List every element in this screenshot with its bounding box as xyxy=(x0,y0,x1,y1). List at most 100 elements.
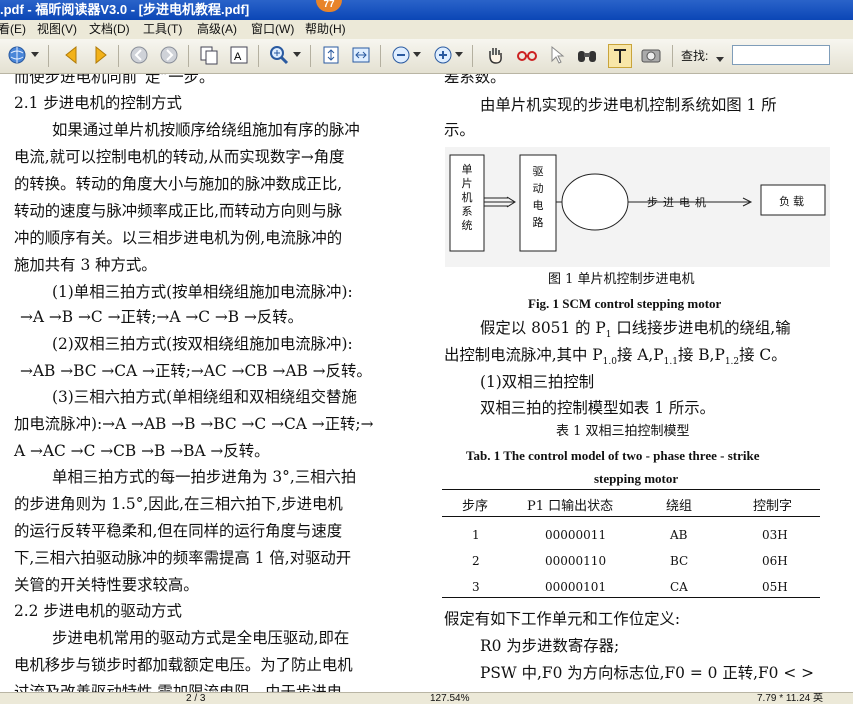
title-bar: .pdf - 福昕阅读器V3.0 - [步进电机教程.pdf] 77 xyxy=(0,0,853,20)
binoculars-icon[interactable] xyxy=(576,44,598,66)
figure-caption-en: Fig. 1 SCM control stepping motor xyxy=(528,296,722,311)
zoom-out-icon[interactable] xyxy=(390,44,412,66)
document-page[interactable]: 而使步进电机向前“走”一步。 2.1 步进电机的控制方式 如果通过单片机按顺序给… xyxy=(0,74,853,692)
page-indicator[interactable]: 2 / 3 xyxy=(186,693,205,704)
hand-tool-icon[interactable] xyxy=(484,44,506,66)
table-header: P1 口输出状态 xyxy=(527,499,614,514)
zoom-level[interactable]: 127.54% xyxy=(430,693,469,704)
text-line: 电流,就可以控制电机的转动,从而实现数字→角度 xyxy=(14,148,345,166)
fit-width-icon[interactable] xyxy=(350,44,372,66)
arrow-select-icon[interactable] xyxy=(546,44,568,66)
toolbar-separator xyxy=(48,45,49,67)
figure-caption: 图 1 单片机控制步进电机 xyxy=(548,272,695,287)
forward-icon[interactable] xyxy=(158,44,180,66)
menu-window[interactable]: 窗口(W) xyxy=(251,20,294,39)
text-line: R0 为步进数寄存器; xyxy=(480,637,620,655)
sub-heading: (1)双相三拍控制 xyxy=(480,373,595,391)
text-line: 如果通过单片机按顺序给绕组施加有序的脉冲 xyxy=(52,121,360,139)
table-cell: 2 xyxy=(472,554,480,568)
table-cell: CA xyxy=(670,580,688,594)
toolbar-separator xyxy=(472,45,473,67)
toolbar-separator xyxy=(258,45,259,67)
fit-page-icon[interactable] xyxy=(320,44,342,66)
text-tool-icon[interactable] xyxy=(608,44,632,68)
text-line: 假定以 8051 的 P1 口线接步进电机的绕组,输 xyxy=(480,319,791,341)
text-line: →AB →BC →CA →正转;→AC →CB →AB →反转。 xyxy=(20,362,372,380)
table-cell: 00000110 xyxy=(545,554,607,568)
page-size: 7.79 * 11.24 英 xyxy=(757,693,823,704)
table-caption-en: Tab. 1 The control model of two - phase … xyxy=(466,448,760,463)
table-cell: 03H xyxy=(762,528,788,542)
zoom-in-magnifier-icon[interactable] xyxy=(268,44,290,66)
text-line: 的步进角则为 1.5°,因此,在三相六拍下,步进电机 xyxy=(14,495,343,513)
text-line: 示。 xyxy=(444,121,475,139)
text-line: 由单片机实现的步进电机控制系统如图 1 所 xyxy=(480,96,777,114)
text-line: 而使步进电机向前“走”一步。 xyxy=(14,74,215,86)
toolbar-separator xyxy=(118,45,119,67)
text-line: 步进电机常用的驱动方式是全电压驱动,即在 xyxy=(52,629,350,647)
table-cell: 3 xyxy=(472,580,480,594)
menu-advanced[interactable]: 高级(A) xyxy=(197,20,237,39)
menu-edit[interactable]: 看(E) xyxy=(0,20,26,39)
globe-icon[interactable] xyxy=(6,44,28,66)
table-rule-bottom xyxy=(442,597,820,598)
zoom-in-icon[interactable] xyxy=(432,44,454,66)
text-line: 转动的速度与脉冲频率成正比,而转动方向则与脉 xyxy=(14,202,343,220)
table-cell: AB xyxy=(670,528,688,542)
load-box-label: 负载 xyxy=(779,195,807,208)
toolbar-separator xyxy=(380,45,381,67)
section-heading: 2.1 步进电机的控制方式 xyxy=(14,94,182,112)
copy-page-icon[interactable] xyxy=(198,44,220,66)
text-line: PSW 中,F0 为方向标志位,F0 = 0 正转,F0 < > xyxy=(480,664,815,682)
table-rule-header xyxy=(442,516,820,517)
chevron-down-icon[interactable] xyxy=(412,44,422,66)
text-line: (2)双相三拍方式(按双相绕组施加电流脉冲): xyxy=(52,335,353,353)
toolbar-separator xyxy=(672,45,673,67)
find-input[interactable] xyxy=(732,45,830,65)
table-rule-top xyxy=(442,489,820,490)
text-line: 的转换。转动的角度大小与施加的脉冲数成正比, xyxy=(14,175,343,193)
text-line: 单相三拍方式的每一拍步进角为 3°,三相六拍 xyxy=(52,468,357,486)
text-line: 假定有如下工作单元和工作位定义: xyxy=(444,610,681,628)
table-header: 控制字 xyxy=(753,499,793,514)
motor-label: 步进电机 xyxy=(647,196,711,209)
find-options-chevron-icon[interactable] xyxy=(716,48,726,62)
table-cell: 1 xyxy=(472,528,480,542)
text-line: 双相三拍的控制模型如表 1 所示。 xyxy=(480,399,716,417)
toolbar-separator xyxy=(188,45,189,67)
chevron-down-icon[interactable] xyxy=(292,44,302,66)
text-line: 电机移步与锁步时都加载额定电压。为了防止电机 xyxy=(14,656,353,674)
text-line: 冲的顺序有关。以三相步进电机为例,电流脉冲的 xyxy=(14,229,343,247)
window-title: .pdf - 福昕阅读器V3.0 - [步进电机教程.pdf] xyxy=(0,2,250,17)
table-caption: 表 1 双相三拍控制模型 xyxy=(556,424,690,439)
chevron-down-icon[interactable] xyxy=(454,44,464,66)
select-text-icon[interactable]: A xyxy=(228,44,250,66)
section-heading: 2.2 步进电机的驱动方式 xyxy=(14,602,182,620)
chevron-down-icon[interactable] xyxy=(30,44,40,66)
text-line: 差系数。 xyxy=(444,74,506,86)
text-line: 加电流脉冲):→A →AB →B →BC →C →CA →正转;→ xyxy=(14,415,374,433)
text-line: (1)单相三拍方式(按单相绕组施加电流脉冲): xyxy=(52,283,353,301)
text-line: 施加共有 3 种方式。 xyxy=(14,256,157,274)
menu-document[interactable]: 文档(D) xyxy=(89,20,130,39)
text-line: 关管的开关特性要求较高。 xyxy=(14,576,199,594)
notification-badge[interactable]: 77 xyxy=(316,0,342,12)
table-cell: 00000101 xyxy=(545,580,607,594)
text-line: →A →B →C →正转;→A →C →B →反转。 xyxy=(20,308,304,326)
menu-help[interactable]: 帮助(H) xyxy=(305,20,346,39)
table-cell: BC xyxy=(670,554,689,568)
text-line: 的运行反转平稳柔和,但在同样的运行角度与速度 xyxy=(14,522,343,540)
table-cell: 06H xyxy=(762,554,788,568)
glasses-icon[interactable] xyxy=(516,44,538,66)
menu-tools[interactable]: 工具(T) xyxy=(143,20,182,39)
menu-bar: 看(E) 视图(V) 文档(D) 工具(T) 高级(A) 窗口(W) 帮助(H) xyxy=(0,20,853,39)
scm-box-label: 单片机系统 xyxy=(461,163,473,232)
camera-icon[interactable] xyxy=(640,44,662,66)
back-icon[interactable] xyxy=(128,44,150,66)
table-cell: 00000011 xyxy=(545,528,607,542)
previous-page-icon[interactable] xyxy=(60,44,82,66)
table-header: 绕组 xyxy=(666,499,693,514)
figure-1: 单片机系统 驱动电路 步进电机 负载 xyxy=(445,147,830,267)
next-page-icon[interactable] xyxy=(90,44,112,66)
menu-view[interactable]: 视图(V) xyxy=(37,20,77,39)
